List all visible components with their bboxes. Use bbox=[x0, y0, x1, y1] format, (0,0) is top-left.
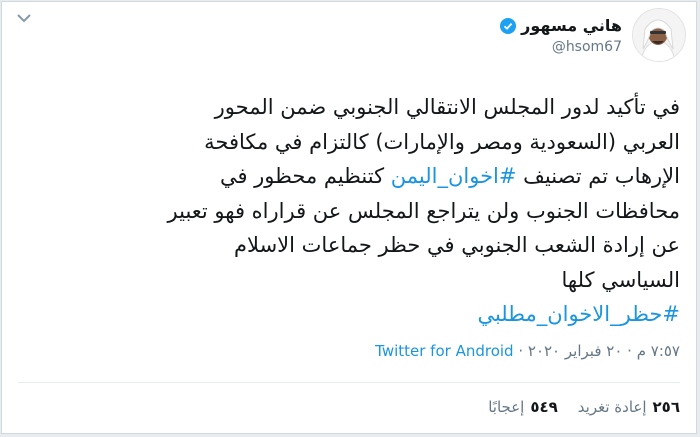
like-count: ٥٤٩ bbox=[530, 398, 558, 416]
tweet-line: محافظات الجنوب ولن يتراجع المجلس عن قرار… bbox=[167, 198, 680, 223]
tweet-line: الإرهاب تم تصنيف #اخوان_اليمن كتنظيم محظ… bbox=[219, 164, 680, 188]
like-stat[interactable]: ٥٤٩ إعجابًا bbox=[488, 398, 558, 416]
meta-separator: · bbox=[622, 342, 637, 360]
retweet-stat[interactable]: ٢٥٦ إعادة تغريد bbox=[578, 398, 680, 416]
tweet-time[interactable]: ٧:٥٧ م bbox=[637, 342, 680, 360]
tweet-line: #حظر_الاخوان_مطلبي bbox=[12, 297, 680, 332]
tweet-card: هاني مسهور @hsom67 في تأكيد لدور المجلس … bbox=[1, 1, 697, 434]
author-name[interactable]: هاني مسهور bbox=[521, 16, 622, 35]
divider bbox=[18, 382, 680, 383]
hashtag-link[interactable]: #حظر_الاخوان_مطلبي bbox=[477, 302, 680, 326]
hashtag-link[interactable]: #اخوان_اليمن bbox=[391, 164, 517, 188]
tweet-source[interactable]: Twitter for Android bbox=[375, 342, 513, 360]
like-label: إعجابًا bbox=[488, 398, 525, 416]
verified-badge-icon bbox=[500, 17, 517, 34]
tweet-text: في تأكيد لدور المجلس الانتقالي الجنوبي ض… bbox=[12, 90, 680, 332]
tweet-line: في تأكيد لدور المجلس الانتقالي الجنوبي ض… bbox=[214, 95, 680, 119]
tweet-stats: ٢٥٦ إعادة تغريد ٥٤٩ إعجابًا bbox=[488, 398, 680, 416]
tweet-line: عن إرادة الشعب الجنوبي في حظر جماعات الا… bbox=[234, 233, 680, 257]
retweet-label: إعادة تغريد bbox=[577, 398, 647, 416]
tweet-author: هاني مسهور @hsom67 bbox=[500, 16, 622, 55]
meta-separator: · bbox=[513, 342, 528, 360]
tweet-meta: ٧:٥٧ م · ٢٠ فبراير ٢٠٢٠ · Twitter for An… bbox=[375, 342, 680, 360]
chevron-down-icon[interactable] bbox=[14, 8, 34, 28]
avatar[interactable] bbox=[632, 8, 686, 62]
retweet-count: ٢٥٦ bbox=[652, 398, 680, 416]
tweet-line: السياسي كلها bbox=[561, 267, 680, 292]
author-handle[interactable]: @hsom67 bbox=[500, 39, 622, 55]
tweet-line: العربي (السعودية ومصر والإمارات) كالتزام… bbox=[204, 129, 680, 154]
tweet-date[interactable]: ٢٠ فبراير ٢٠٢٠ bbox=[528, 342, 623, 360]
